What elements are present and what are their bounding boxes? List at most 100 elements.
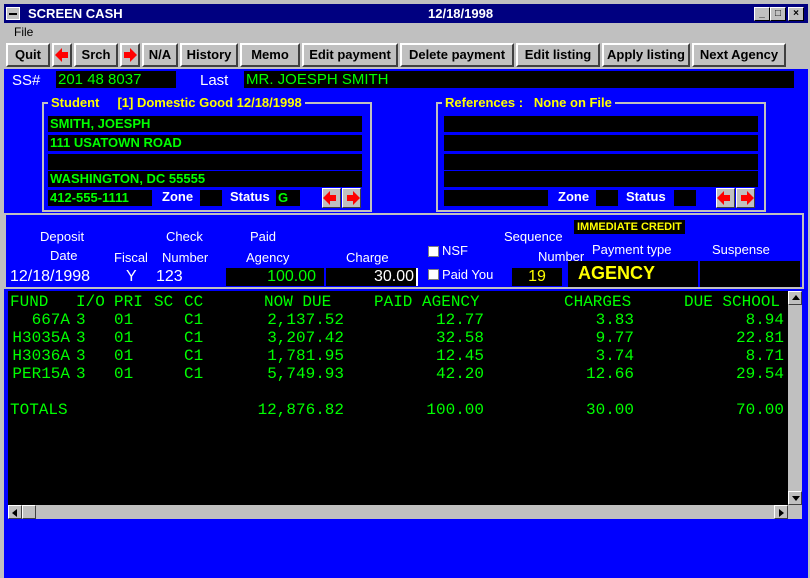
scroll-thumb[interactable] (22, 505, 36, 519)
ss-value[interactable]: 201 48 8037 (56, 71, 176, 88)
quit-button[interactable]: Quit (6, 43, 50, 67)
arrow-right-icon (347, 191, 360, 205)
student-address-line-2[interactable]: 111 USATOWN ROAD (48, 135, 362, 151)
previous-button[interactable] (52, 43, 72, 67)
arrow-left-icon (717, 191, 730, 205)
close-icon[interactable]: × (788, 7, 804, 21)
totals-label: TOTALS (10, 401, 68, 419)
student-phone[interactable]: 412-555-1111 (48, 190, 152, 206)
payment-type-label: Payment type (592, 242, 672, 257)
paid-you-checkbox[interactable] (428, 269, 439, 280)
paid-agency-value[interactable]: 100.00 (226, 268, 324, 286)
zone-value[interactable] (200, 190, 222, 206)
reference-line-1[interactable] (444, 116, 758, 132)
payment-type-value[interactable]: AGENCY (568, 261, 698, 287)
row-2-due[interactable]: 8.71 (684, 347, 784, 365)
student-next-button[interactable] (342, 188, 361, 208)
ref-zone-value[interactable] (596, 190, 618, 206)
row-1-due[interactable]: 22.81 (684, 329, 784, 347)
immediate-credit-badge: IMMEDIATE CREDIT (574, 220, 685, 234)
scroll-left-icon[interactable] (8, 505, 22, 519)
row-0-io[interactable]: 3 (76, 311, 96, 329)
row-0-fund[interactable]: 667A (10, 311, 70, 329)
deposit-date-value[interactable]: 12/18/1998 (10, 268, 90, 286)
row-0-due[interactable]: 8.94 (684, 311, 784, 329)
ref-status-value[interactable] (674, 190, 696, 206)
system-menu-icon[interactable] (6, 7, 20, 20)
row-1-io[interactable]: 3 (76, 329, 96, 347)
scroll-down-icon[interactable] (788, 491, 802, 505)
row-2-cc[interactable]: C1 (184, 347, 224, 365)
student-address-line-1[interactable]: SMITH, JOESPH (48, 116, 362, 132)
nsf-checkbox[interactable] (428, 246, 439, 257)
menu-file[interactable]: File (14, 25, 33, 39)
row-3-now_due[interactable]: 5,749.93 (224, 365, 344, 383)
row-2-fund[interactable]: H3036A (10, 347, 70, 365)
fiscal-value[interactable]: Y (126, 268, 137, 286)
vertical-scrollbar[interactable] (788, 291, 802, 519)
reference-phone[interactable] (444, 190, 548, 206)
row-2-charges[interactable]: 3.74 (534, 347, 634, 365)
next-button[interactable] (120, 43, 140, 67)
row-3-pri[interactable]: 01 (114, 365, 144, 383)
ref-prev-button[interactable] (716, 188, 735, 208)
row-1-now_due[interactable]: 3,207.42 (224, 329, 344, 347)
row-2-pri[interactable]: 01 (114, 347, 144, 365)
reference-line-2[interactable] (444, 135, 758, 151)
scroll-up-icon[interactable] (788, 291, 802, 305)
row-3-fund[interactable]: PER15A (10, 365, 70, 383)
suspense-label: Suspense (712, 242, 770, 257)
maximize-icon[interactable]: □ (770, 7, 786, 21)
row-2-paid[interactable]: 12.45 (384, 347, 484, 365)
row-0-charges[interactable]: 3.83 (534, 311, 634, 329)
status-value[interactable]: G (276, 190, 300, 206)
row-3-cc[interactable]: C1 (184, 365, 224, 383)
reference-line-4[interactable] (444, 171, 758, 187)
row-1-cc[interactable]: C1 (184, 329, 224, 347)
student-prev-button[interactable] (322, 188, 341, 208)
student-name[interactable]: MR. JOESPH SMITH (244, 71, 794, 88)
minimize-icon[interactable]: _ (754, 7, 770, 21)
paid-label: Paid (250, 229, 277, 244)
ref-zone-label: Zone (558, 189, 590, 204)
delete-payment-button[interactable]: Delete payment (400, 43, 514, 67)
history-button[interactable]: History (180, 43, 238, 67)
ss-label: SS# (12, 72, 41, 89)
row-0-cc[interactable]: C1 (184, 311, 224, 329)
charge-label: Charge (346, 250, 389, 265)
totals-charges: 30.00 (585, 401, 634, 419)
edit-payment-button[interactable]: Edit payment (302, 43, 398, 67)
row-0-paid[interactable]: 12.77 (384, 311, 484, 329)
charge-input[interactable]: 30.00 (326, 268, 418, 286)
row-1-paid[interactable]: 32.58 (384, 329, 484, 347)
sequence-number-value[interactable]: 19 (512, 268, 562, 286)
scroll-right-icon[interactable] (774, 505, 788, 519)
horizontal-scrollbar[interactable] (8, 505, 788, 519)
row-1-pri[interactable]: 01 (114, 329, 144, 347)
row-2-now_due[interactable]: 1,781.95 (224, 347, 344, 365)
reference-line-3[interactable] (444, 154, 758, 170)
totals-paid: 100.00 (426, 401, 484, 419)
edit-listing-button[interactable]: Edit listing (516, 43, 600, 67)
row-1-fund[interactable]: H3035A (10, 329, 70, 347)
check-number-value[interactable]: 123 (156, 268, 183, 286)
row-1-charges[interactable]: 9.77 (534, 329, 634, 347)
memo-button[interactable]: Memo (240, 43, 300, 67)
row-0-now_due[interactable]: 2,137.52 (224, 311, 344, 329)
row-3-due[interactable]: 29.54 (684, 365, 784, 383)
apply-listing-button[interactable]: Apply listing (602, 43, 690, 67)
student-box: Student [1] Domestic Good 12/18/1998 SMI… (42, 95, 372, 212)
row-3-io[interactable]: 3 (76, 365, 96, 383)
ref-next-button[interactable] (736, 188, 755, 208)
menu-bar: File (4, 23, 808, 41)
row-2-io[interactable]: 3 (76, 347, 96, 365)
next-agency-button[interactable]: Next Agency (692, 43, 786, 67)
search-button[interactable]: Srch (74, 43, 118, 67)
row-3-charges[interactable]: 12.66 (534, 365, 634, 383)
row-3-paid[interactable]: 42.20 (384, 365, 484, 383)
student-address-line-3[interactable] (48, 154, 362, 170)
student-address-line-4[interactable]: WASHINGTON, DC 55555 (48, 171, 362, 187)
na-button[interactable]: N/A (142, 43, 178, 67)
suspense-value[interactable] (700, 261, 800, 287)
row-0-pri[interactable]: 01 (114, 311, 144, 329)
